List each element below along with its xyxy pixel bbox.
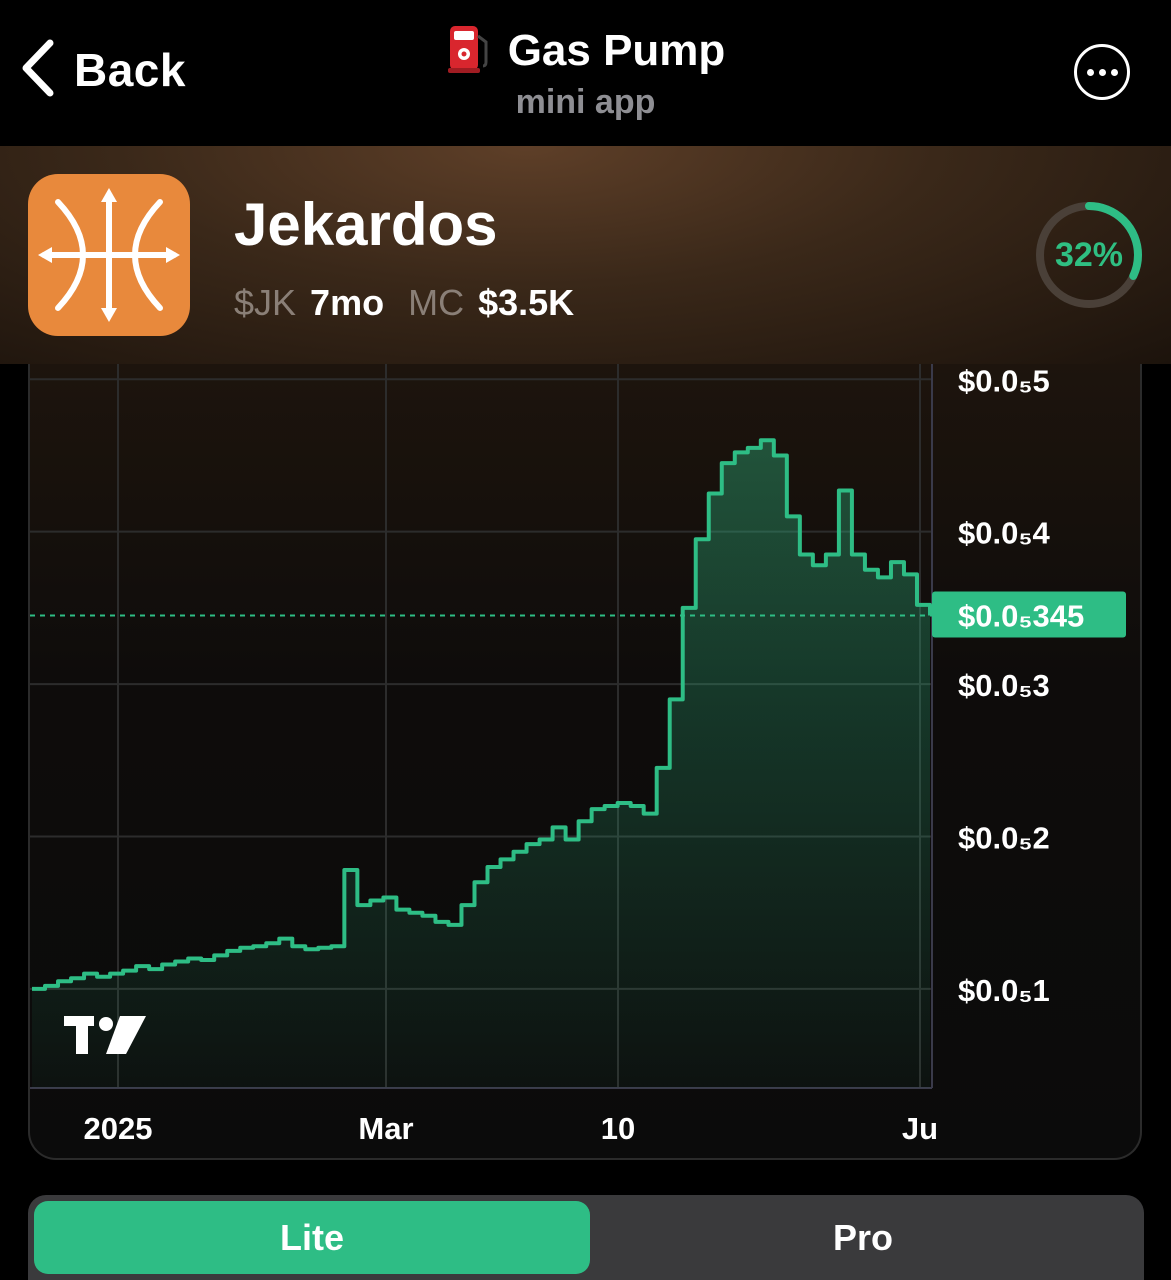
x-tick-label: 10: [601, 1111, 635, 1146]
y-tick-label: $0.0₅3: [958, 668, 1050, 703]
tab-pro[interactable]: Pro: [588, 1201, 1138, 1274]
app-subtitle: mini app: [515, 83, 656, 121]
bonding-progress-label: 32%: [1054, 235, 1124, 274]
more-dot-icon: [1086, 68, 1094, 76]
market-cap-value: $3.5K: [478, 282, 575, 323]
tab-lite-label: Lite: [279, 1216, 344, 1258]
y-tick-label: $0.0₅4: [958, 516, 1051, 551]
token-age: 7mo: [310, 282, 385, 323]
top-bar: Back Gas Pump mini app: [0, 0, 1171, 146]
current-price-label: $0.0₅345: [958, 598, 1084, 633]
token-ticker: $JK: [234, 282, 297, 323]
title-block: Gas Pump mini app: [0, 22, 1171, 122]
app-title: Gas Pump: [507, 25, 726, 75]
x-tick-label: Ju: [902, 1111, 938, 1146]
price-chart[interactable]: $0.0₅5 $0.0₅4 $0.0₅3 $0.0₅2 $0.0₅1 2025 Mar 10 J…: [28, 364, 1142, 1160]
token-logo: [28, 174, 190, 336]
y-tick-label: $0.0₅5: [958, 364, 1050, 398]
x-tick-label: 2025: [84, 1111, 153, 1146]
mode-tabs: Lite Pro: [28, 1195, 1144, 1280]
tab-lite[interactable]: Lite: [34, 1201, 590, 1274]
token-name: Jekardos: [234, 191, 498, 258]
y-tick-label: $0.0₅2: [958, 821, 1050, 856]
more-options-button[interactable]: [1074, 44, 1130, 100]
tab-pro-label: Pro: [832, 1216, 893, 1258]
fuel-pump-icon: [446, 22, 492, 79]
token-header: Jekardos $JK 7mo MC $3.5K 32%: [0, 146, 1171, 364]
market-cap-label: MC: [408, 282, 465, 323]
more-dot-icon: [1098, 68, 1106, 76]
token-meta: $JK 7mo MC $3.5K: [234, 282, 574, 324]
chart-canvas[interactable]: $0.0₅5 $0.0₅4 $0.0₅3 $0.0₅2 $0.0₅1 2025 Mar 10 J…: [30, 364, 1142, 1160]
x-tick-label: Mar: [358, 1111, 413, 1146]
y-tick-label: $0.0₅1: [958, 973, 1050, 1008]
price-area-fill: [32, 440, 930, 1088]
more-dot-icon: [1110, 68, 1118, 76]
